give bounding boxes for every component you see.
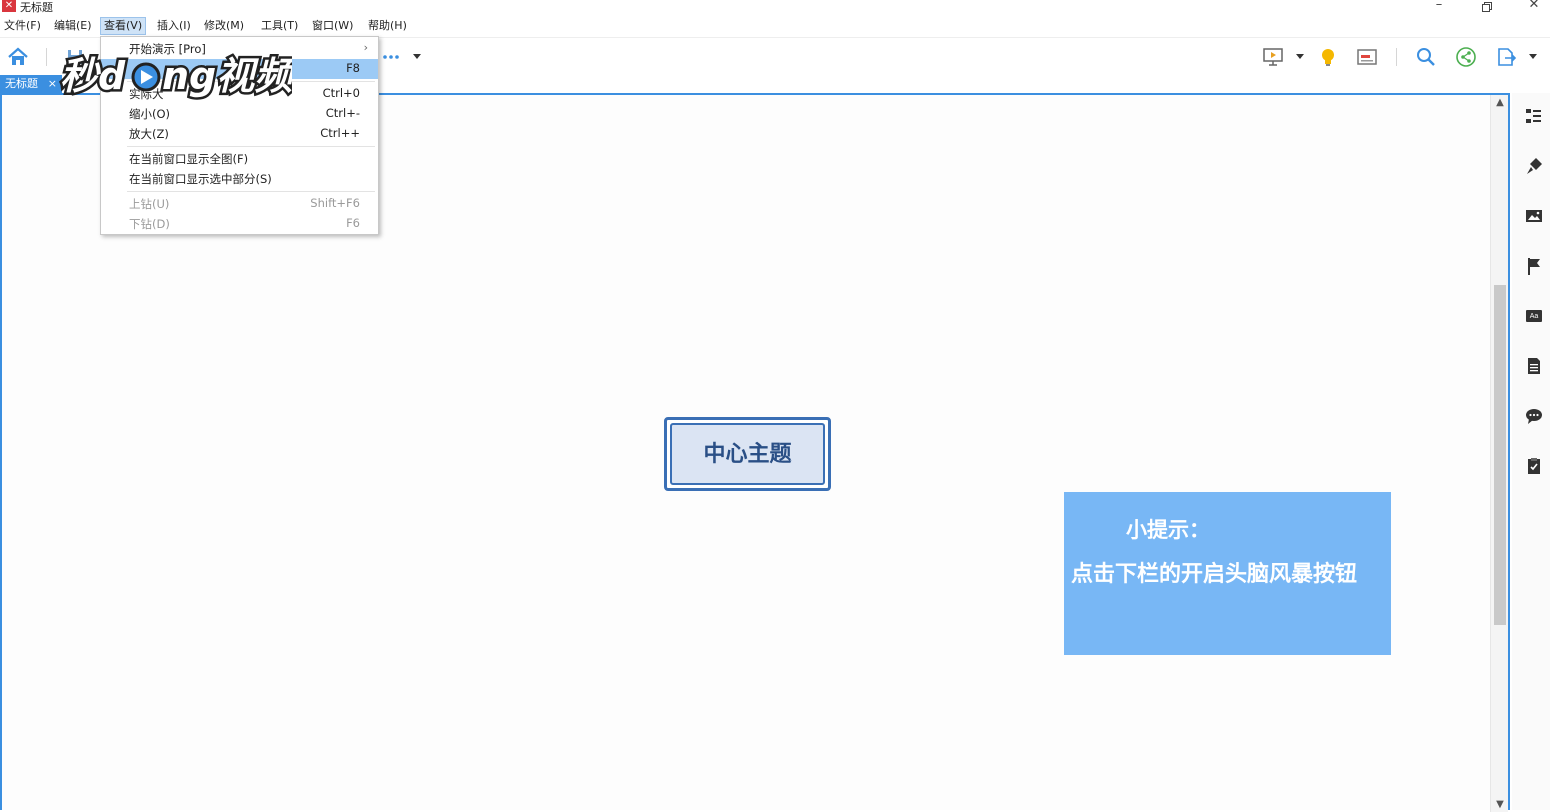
menu-item-drill-down[interactable]: 下钻(D) F6	[101, 214, 378, 234]
more-icon[interactable]	[381, 46, 403, 68]
tip-text: 点击下栏的开启头脑风暴按钮	[1071, 562, 1358, 587]
notes-icon[interactable]	[1524, 356, 1544, 376]
svg-text:Aa: Aa	[1530, 313, 1539, 320]
menu-insert[interactable]: 插入(I)	[154, 17, 194, 35]
document-tab[interactable]: 无标题 ×	[0, 75, 62, 93]
menu-item-zoom-out[interactable]: 缩小(O) Ctrl+-	[101, 104, 378, 124]
menu-view[interactable]: 查看(V)	[100, 17, 147, 35]
tip-box: 小提示： 点击下栏的开启头脑风暴按钮	[1064, 492, 1391, 655]
task-icon[interactable]	[1524, 456, 1544, 476]
presentation-dropdown-icon[interactable]	[1296, 54, 1304, 59]
menu-help[interactable]: 帮助(H)	[365, 17, 410, 35]
menu-item-shortcut: Ctrl+0	[322, 86, 360, 100]
comment-icon[interactable]	[1524, 406, 1544, 426]
toolbar-separator	[1396, 48, 1397, 66]
menu-item-label: 下钻(D)	[129, 217, 170, 231]
menu-item-label: 上钻(U)	[129, 197, 170, 211]
menu-item-fit-selection[interactable]: 在当前窗口显示选中部分(S)	[101, 169, 378, 189]
menu-modify[interactable]: 修改(M)	[201, 17, 247, 35]
menu-item-shortcut: Shift+F6	[310, 196, 360, 210]
title-bar: ✕ 无标题 – ✕	[0, 0, 1550, 14]
window-title: 无标题	[20, 1, 53, 14]
search-icon[interactable]	[1415, 46, 1437, 68]
submenu-arrow-icon: ›	[363, 41, 368, 54]
scroll-up-icon[interactable]: ▲	[1495, 97, 1505, 108]
menu-file[interactable]: 文件(F)	[1, 17, 44, 35]
minimize-icon[interactable]: –	[1424, 0, 1454, 13]
more-dropdown-icon[interactable]	[413, 54, 421, 59]
format-brush-icon[interactable]	[1524, 156, 1544, 176]
app-logo-icon: ✕	[2, 0, 16, 12]
vertical-scrollbar[interactable]: ▲ ▼	[1490, 95, 1508, 812]
menu-edit[interactable]: 编辑(E)	[51, 17, 95, 35]
toolbar-separator	[46, 48, 47, 66]
menu-item-label: 在当前窗口显示全图(F)	[129, 152, 249, 166]
export-icon[interactable]	[1495, 46, 1517, 68]
menu-item-zoom-in[interactable]: 放大(Z) Ctrl++	[101, 124, 378, 144]
lightbulb-icon[interactable]	[1317, 46, 1339, 68]
menu-item-fit-map[interactable]: 在当前窗口显示全图(F)	[101, 149, 378, 169]
restore-icon[interactable]	[1472, 0, 1502, 13]
presentation-icon[interactable]	[1262, 46, 1284, 68]
central-topic[interactable]: 中心主题	[664, 417, 831, 491]
menu-item-shortcut: F6	[346, 216, 360, 230]
menu-window[interactable]: 窗口(W)	[309, 17, 356, 35]
export-dropdown-icon[interactable]	[1529, 54, 1537, 59]
right-panel: Aa	[1512, 93, 1550, 810]
menu-item-label: 在当前窗口显示选中部分(S)	[129, 172, 272, 186]
menu-item-drill-up[interactable]: 上钻(U) Shift+F6	[101, 194, 378, 214]
menu-item-shortcut: Ctrl+-	[325, 106, 360, 120]
svg-text:ng视频: ng视频	[162, 54, 292, 98]
menu-item-label: 放大(Z)	[129, 127, 169, 141]
home-icon[interactable]	[7, 46, 29, 68]
menu-separator	[127, 146, 375, 147]
menu-item-shortcut: Ctrl++	[320, 126, 360, 140]
menu-tools[interactable]: 工具(T)	[258, 17, 301, 35]
text-style-icon[interactable]: Aa	[1524, 306, 1544, 326]
layout-icon[interactable]	[1356, 46, 1378, 68]
central-topic-label: 中心主题	[670, 423, 825, 485]
menu-item-shortcut: F8	[346, 61, 360, 75]
flag-icon[interactable]	[1524, 256, 1544, 276]
menu-separator	[127, 191, 375, 192]
menu-item-label: 缩小(O)	[129, 107, 171, 121]
tip-title: 小提示：	[1126, 518, 1210, 542]
image-icon[interactable]	[1524, 206, 1544, 226]
menu-bar: 文件(F) 编辑(E) 查看(V) 插入(I) 修改(M) 工具(T) 窗口(W…	[0, 16, 1550, 36]
close-icon[interactable]: ✕	[1519, 0, 1549, 13]
watermark-logo: 秒d ng视频	[56, 47, 302, 105]
scroll-down-icon[interactable]: ▼	[1495, 799, 1505, 810]
svg-text:秒d: 秒d	[60, 54, 126, 98]
outline-icon[interactable]	[1524, 106, 1544, 126]
scrollbar-thumb[interactable]	[1494, 285, 1506, 625]
share-icon[interactable]	[1455, 46, 1477, 68]
document-tab-label: 无标题	[5, 77, 38, 90]
